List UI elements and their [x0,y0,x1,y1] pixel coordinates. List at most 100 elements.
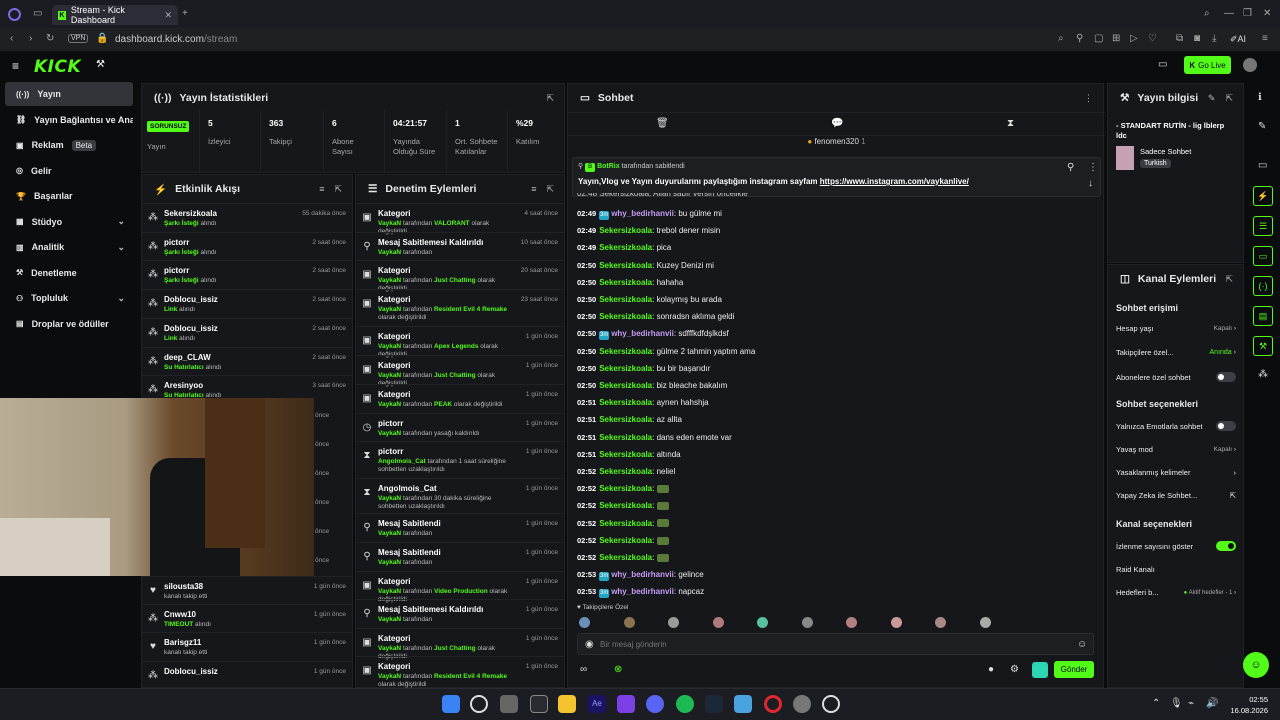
emote-only-toggle[interactable] [1216,421,1236,431]
clock[interactable]: 02:55 16.08.2026 [1222,694,1268,716]
chat-message[interactable]: 02:53 3m why_bedirhanvii: napcaz [577,587,704,599]
windows-start-icon[interactable] [442,695,460,713]
top-user[interactable]: fenomen320 [814,137,858,146]
slow-mode-row[interactable]: Yavaş mod Kapalı › [1116,445,1236,454]
browser-tab[interactable]: K Stream - Kick Dashboard ✕ [52,5,178,25]
maximize-icon[interactable]: ❐ [1243,8,1252,19]
chat-message[interactable]: 02:52 Sekersizkoala: [577,501,669,510]
chat-username[interactable]: Sekersizkoala [599,347,652,356]
show-viewers-toggle[interactable] [1216,541,1236,551]
heart-icon[interactable]: ♡ [1148,33,1157,44]
trash-icon[interactable]: 🗑 [656,118,669,129]
theater-mode-icon[interactable]: ▭ [1158,59,1167,70]
zoom-icon[interactable]: ⌕ [1058,33,1064,44]
unpin-icon[interactable]: ⚲ [1067,162,1074,173]
close-window-icon[interactable]: ✕ [1263,8,1271,19]
chat-message[interactable]: 02:51 Sekersizkoala: aynen hahshja [577,398,709,407]
quick-emote-icon[interactable] [979,617,991,628]
spotify-icon[interactable] [676,695,694,713]
moderation-row[interactable]: ▣ Kategori VaykaN tarafından VALORANT olar… [356,203,564,235]
tab-menu-icon[interactable]: ▭ [33,8,42,19]
vpn-badge[interactable]: VPN [68,34,89,43]
pinned-by-user[interactable]: BotRix [597,163,620,170]
activity-row[interactable]: ♥ silousta38 kanalı takip etti 1 gün önce [142,576,352,604]
opera-logo-icon[interactable] [8,8,21,21]
camera-icon[interactable]: ◙ [1194,33,1200,44]
moderation-row[interactable]: ⧗ Angolmois_Cat VaykaN tarafından 30 dakik… [356,478,564,514]
quick-emote-icon[interactable] [712,617,724,628]
moderation-row[interactable]: ▣ Kategori VaykaN tarafından PEAK olarak d… [356,384,564,412]
sidebar-item[interactable]: ⚇ Topluluk ⌄ [5,286,133,310]
obs-icon[interactable] [530,695,548,713]
chat-username[interactable]: why_bedirhanvii [611,329,674,338]
discord-icon[interactable] [646,695,664,713]
avatar[interactable] [1243,58,1257,72]
chat-message[interactable]: 02:52 Sekersizkoala: [577,553,669,562]
chat-message[interactable]: 02:50 Sekersizkoala: hahaha [577,278,683,287]
infinity-icon[interactable]: ∞ [580,664,587,675]
pin-icon[interactable]: ⚲ [1076,33,1083,44]
pinned-link[interactable]: https://www.instagram.com/vaykanlive/ [820,177,969,186]
chat-username[interactable]: Sekersizkoala [599,261,652,270]
moderation-row[interactable]: ▣ Kategori VaykaN tarafından Video Product… [356,571,564,603]
quick-emote-icon[interactable] [668,617,679,628]
play-icon[interactable]: ▷ [1130,33,1138,44]
quick-signal-icon[interactable]: (·) [1253,276,1273,296]
chat-username[interactable]: Sekersizkoala [599,243,652,252]
followers-only-row[interactable]: Takipçilere özel... Anında › [1116,348,1236,357]
chat-username[interactable]: Sekersizkoala [599,295,652,304]
sidebar-item[interactable]: 🏆 Başarılar [5,184,133,208]
chat-username[interactable]: Sekersizkoala [599,553,652,562]
chat-username[interactable]: Sekersizkoala [599,398,652,407]
chat-message[interactable]: 02:50 Sekersizkoala: kolaymış bu arada [577,295,722,304]
moderation-row[interactable]: ▣ Kategori VaykaN tarafından Resident Evil… [356,656,564,688]
chat-message[interactable]: 02:50 Sekersizkoala: biz bleache bakalım [577,381,727,390]
url-text[interactable]: dashboard.kick.com/stream [115,34,237,45]
quick-stack-icon[interactable]: ▤ [1253,306,1273,326]
record-icon[interactable]: ◉ [585,639,594,650]
chat-username[interactable]: Sekersizkoala [599,381,652,390]
gear-icon[interactable]: ⚙ [1010,664,1019,675]
search-icon[interactable] [470,695,488,713]
chat-message[interactable]: 02:52 Sekersizkoala: [577,536,669,545]
kick-small-icon[interactable]: ⊗ [614,664,622,675]
moderation-row[interactable]: ⚲ Mesaj Sabitlendi VaykaN tarafından 1 gün … [356,542,564,570]
account-age-row[interactable]: Hesap yaşı Kapalı › [1116,324,1236,333]
settings-icon[interactable] [793,695,811,713]
chat-message[interactable]: 02:50 3m why_bedirhanvii: sdfffkdfdşlkdsf [577,329,729,341]
moderation-row[interactable]: ▣ Kategori VaykaN tarafından Just Chatting… [356,355,564,387]
minimize-icon[interactable]: — [1224,8,1234,19]
popout-icon[interactable]: ⇱ [1225,93,1233,104]
chat-username[interactable]: Sekersizkoala [599,364,652,373]
chat-username[interactable]: Sekersizkoala [599,484,652,493]
microphone-icon[interactable]: 🎙 [1170,698,1183,709]
more-widgets-icon[interactable]: ⁂ [1258,369,1268,380]
moderation-row[interactable]: ⧗ pictorr Angolmois_Cat tarafından 1 saat … [356,441,564,477]
activity-row[interactable]: ⁂ deep_CLAW Su Hatırlatıcı alındı 2 saat ön… [142,347,352,375]
activity-row[interactable]: ⁂ Doblocu_issiz Link alındı 2 saat önce [142,289,352,317]
pinned-menu-icon[interactable]: ⋮ [1088,162,1098,173]
sidebar-item[interactable]: ▤ Droplar ve ödüller [5,312,133,336]
reload-icon[interactable]: ↻ [46,33,54,44]
new-tab-icon[interactable]: + [182,8,188,19]
sidebar-item[interactable]: ((·)) Yayın [5,82,133,106]
filter-icon[interactable]: ≡ [319,184,324,195]
bot-avatar-icon[interactable] [1032,662,1048,678]
chat-username[interactable]: Sekersizkoala [599,501,652,510]
quick-wrench-icon[interactable]: ⚒ [1253,336,1273,356]
snapshot-icon[interactable]: ▢ [1094,33,1103,44]
sidebar-item[interactable]: ⛓ Yayın Bağlantısı ve Anahtarı [5,108,133,132]
moderation-row[interactable]: ▣ Kategori VaykaN tarafından Resident Evil… [356,289,564,325]
filter-icon[interactable]: ≡ [531,184,536,195]
chat-message[interactable]: 02:51 Sekersizkoala: dans eden emote var [577,433,732,442]
raid-row[interactable]: Raid Kanalı [1116,565,1236,574]
chat-message[interactable]: 02:51 Sekersizkoala: az allta [577,415,682,424]
chat-message[interactable]: 02:52 Sekersizkoala: neliel [577,467,675,476]
popout-icon[interactable]: ⇱ [546,184,554,195]
chat-username[interactable]: why_bedirhanvii [611,587,674,596]
expand-icon[interactable]: ↓ [1088,178,1093,189]
chat-message[interactable]: 02:49 Sekersizkoala: pica [577,243,671,252]
activity-row[interactable]: ⁂ Sekersizkoala Şarkı İsteği alındı 55 daki… [142,203,352,231]
activity-row[interactable]: ⁂ pictorr Şarkı İsteği alındı 2 saat önce [142,260,352,288]
chat-message[interactable]: 02:50 Sekersizkoala: gülme 2 tahmin yaptı… [577,347,755,356]
